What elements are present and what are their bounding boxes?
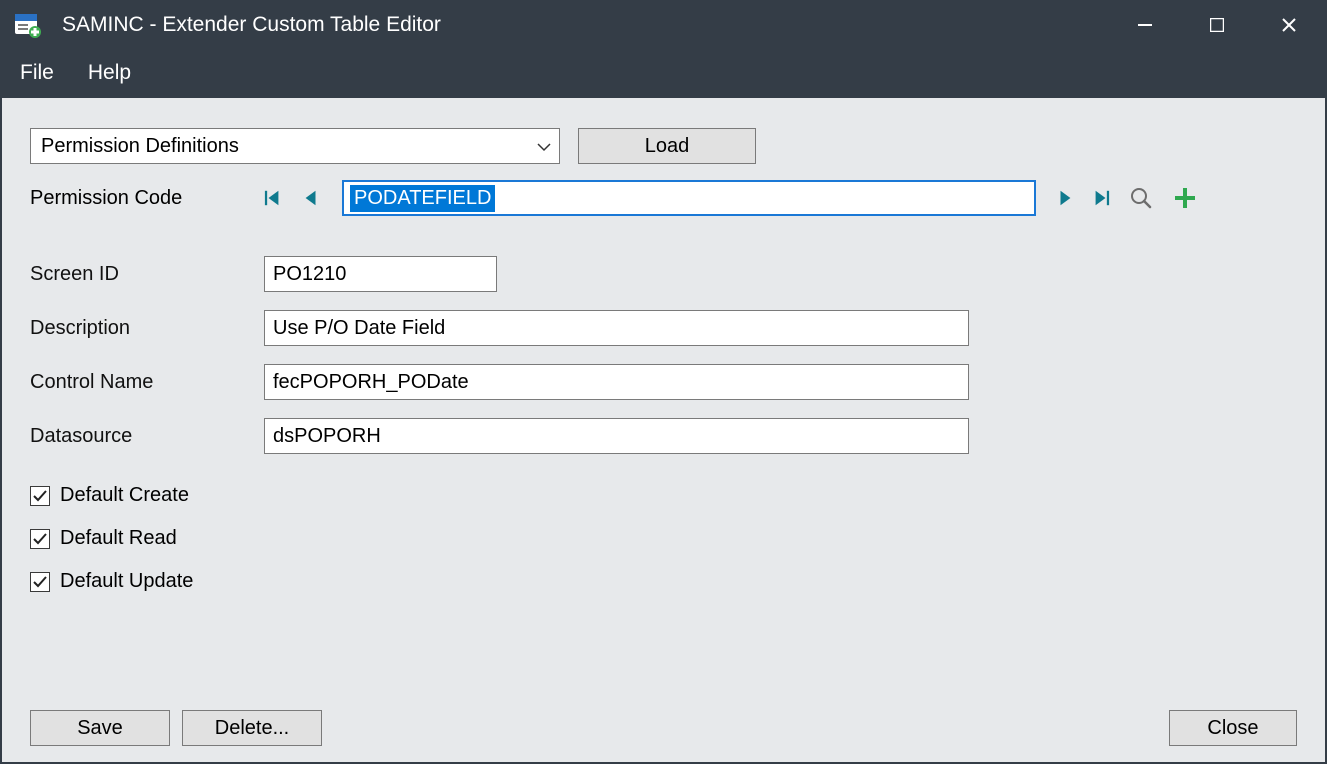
close-window-button[interactable]: [1253, 2, 1325, 48]
permission-code-label: Permission Code: [30, 187, 264, 210]
permission-code-input[interactable]: PODATEFIELD: [342, 180, 1036, 216]
load-button[interactable]: Load: [578, 128, 756, 164]
screen-id-label: Screen ID: [30, 263, 264, 286]
menu-bar: File Help: [2, 48, 1325, 98]
minimize-button[interactable]: [1109, 2, 1181, 48]
default-create-label: Default Create: [60, 484, 189, 507]
control-name-row: Control Name: [30, 364, 1297, 400]
default-read-label: Default Read: [60, 527, 177, 550]
default-update-label: Default Update: [60, 570, 193, 593]
top-row: Permission Definitions Load: [30, 128, 1297, 164]
menu-file[interactable]: File: [20, 61, 54, 85]
datasource-label: Datasource: [30, 425, 264, 448]
title-bar: SAMINC - Extender Custom Table Editor: [2, 2, 1325, 48]
nav-next-icon[interactable]: [1056, 188, 1074, 208]
client-area: Permission Definitions Load Permission C…: [2, 98, 1325, 762]
description-label: Description: [30, 317, 264, 340]
nav-prev-icon[interactable]: [302, 188, 320, 208]
add-new-icon[interactable]: [1172, 185, 1198, 211]
window-title: SAMINC - Extender Custom Table Editor: [62, 13, 1109, 37]
control-name-label: Control Name: [30, 371, 264, 394]
search-icon[interactable]: [1128, 185, 1154, 211]
delete-button[interactable]: Delete...: [182, 710, 322, 746]
save-button[interactable]: Save: [30, 710, 170, 746]
default-update-row: Default Update: [30, 570, 1297, 593]
nav-last-icon[interactable]: [1092, 188, 1110, 208]
permission-code-row: Permission Code PODATEFIELD: [30, 180, 1297, 216]
description-row: Description: [30, 310, 1297, 346]
close-button[interactable]: Close: [1169, 710, 1297, 746]
dropdown-value: Permission Definitions: [41, 135, 239, 158]
control-name-input[interactable]: [264, 364, 969, 400]
main-window: SAMINC - Extender Custom Table Editor Fi…: [0, 0, 1327, 764]
nav-first-icon[interactable]: [264, 188, 282, 208]
menu-help[interactable]: Help: [88, 61, 131, 85]
nav-right-group: [1056, 185, 1198, 211]
maximize-button[interactable]: [1181, 2, 1253, 48]
screen-id-input[interactable]: [264, 256, 497, 292]
table-select-dropdown[interactable]: Permission Definitions: [30, 128, 560, 164]
default-read-checkbox[interactable]: [30, 529, 50, 549]
datasource-row: Datasource: [30, 418, 1297, 454]
description-input[interactable]: [264, 310, 969, 346]
default-update-checkbox[interactable]: [30, 572, 50, 592]
app-icon: [14, 11, 42, 39]
datasource-input[interactable]: [264, 418, 969, 454]
default-create-row: Default Create: [30, 484, 1297, 507]
default-read-row: Default Read: [30, 527, 1297, 550]
bottom-button-bar: Save Delete... Close: [30, 710, 1297, 746]
screen-id-row: Screen ID: [30, 256, 1297, 292]
chevron-down-icon: [537, 135, 551, 158]
nav-left-group: [264, 188, 320, 208]
window-controls: [1109, 2, 1325, 48]
permission-code-value: PODATEFIELD: [350, 185, 495, 212]
default-create-checkbox[interactable]: [30, 486, 50, 506]
